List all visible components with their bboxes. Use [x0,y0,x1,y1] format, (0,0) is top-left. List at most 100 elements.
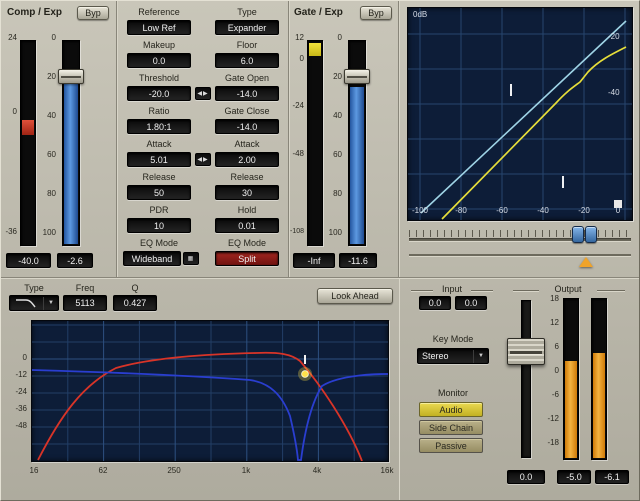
eq-mode-wideband-button[interactable]: Wideband [123,251,181,266]
ratio-label: Ratio [125,106,193,116]
comp-scale-label: 24 [3,33,17,42]
eq-marker-tick [304,355,306,364]
monitor-audio-button[interactable]: Audio [419,402,483,417]
gate-fader-scale-label: 40 [326,111,342,120]
freq-value[interactable]: 5113 [63,295,107,311]
eq-control-point[interactable] [302,371,309,378]
threshold-link-button[interactable]: ◀▶ [195,87,211,100]
comp-gain-readout: -2.6 [57,253,93,268]
makeup-value[interactable]: 0.0 [127,53,191,68]
gate-close-label: Gate Close [213,106,281,116]
gate-release-label: Release [213,172,281,182]
comp-fader-scale-label: 100 [39,228,56,237]
eq-notch-curve [32,370,388,460]
range-handle-low[interactable] [572,226,584,243]
comp-fader-handle[interactable] [58,69,84,84]
input-label: Input [435,284,469,294]
ratio-value[interactable]: 1.80:1 [127,119,191,134]
gate-type-button[interactable]: Expander [215,20,279,35]
gate-scale-label: -24 [289,101,304,110]
output-scale-label: -18 [543,438,559,447]
transfer-x-label: 0 [606,206,630,215]
eq-mode-split-button[interactable]: Split [215,251,279,266]
comp-attack-label: Attack [125,139,193,149]
comp-section-title: Comp / Exp [7,7,62,18]
gate-open-label: Gate Open [213,73,281,83]
q-value[interactable]: 0.427 [113,295,157,311]
gate-attack-label: Attack [213,139,281,149]
threshold-value[interactable]: -20.0 [127,86,191,101]
gate-section-title: Gate / Exp [294,7,343,18]
comp-attack-value[interactable]: 5.01 [127,152,191,167]
output-meter-right-readout[interactable]: -6.1 [595,470,629,484]
comp-bypass-button[interactable]: Byp [77,6,109,20]
transfer-plot[interactable]: 0dB -20 -40 -100 -80 -60 -40 -20 0 [407,7,633,221]
range-slider-track[interactable] [409,238,631,241]
look-ahead-button[interactable]: Look Ahead [317,288,393,304]
marker-pointer-icon[interactable] [579,257,593,267]
range-handle-high[interactable] [585,226,597,243]
output-fader-handle[interactable] [507,338,545,365]
unity-line [421,21,626,213]
comp-fader-scale-label: 80 [39,189,56,198]
gate-fader-handle[interactable] [344,69,370,84]
hold-label: Hold [213,205,281,215]
gate-level-meter [307,40,323,246]
key-mode-value: Stereo [422,351,449,361]
transfer-x-label: -60 [487,206,517,215]
output-scale-label: 12 [543,318,559,327]
input-left-readout[interactable]: 0.0 [419,296,451,310]
comp-exp-section: Comp / Exp Byp 24 0 -36 0 20 40 60 80 10… [1,1,117,277]
comp-level-meter [20,40,36,246]
comp-scale-label: 0 [3,107,17,116]
transfer-curve-section: 0dB -20 -40 -100 -80 -60 -40 -20 0 [399,1,640,277]
eq-x-label: 16k [374,466,400,475]
comp-release-value[interactable]: 50 [127,185,191,200]
io-section: Input 0.0 0.0 Key Mode Stereo ▼ Monitor … [399,277,640,501]
eq-y-label: -24 [7,387,27,396]
key-mode-label: Key Mode [411,334,495,344]
gate-attack-value[interactable]: 2.00 [215,152,279,167]
gate-close-value[interactable]: -14.0 [215,119,279,134]
output-meter-left-readout[interactable]: -5.0 [557,470,591,484]
key-mode-dropdown[interactable]: Stereo ▼ [417,348,489,364]
comp-gain-reduction-fill [22,120,34,135]
gate-fader-fill [350,87,364,244]
gate-fader-scale-label: 20 [326,72,342,81]
monitor-side-chain-button[interactable]: Side Chain [419,420,483,435]
dynamics-plugin-window: Comp / Exp Byp 24 0 -36 0 20 40 60 80 10… [0,0,640,501]
comp-fader-scale-label: 0 [39,33,56,42]
transfer-x-label: -40 [528,206,558,215]
pdr-value[interactable]: 10 [127,218,191,233]
gate-release-value[interactable]: 30 [215,185,279,200]
output-fader-track[interactable] [521,300,531,458]
monitor-passive-button[interactable]: Passive [419,438,483,453]
input-right-readout[interactable]: 0.0 [455,296,487,310]
gate-open-value[interactable]: -14.0 [215,86,279,101]
hold-value[interactable]: 0.01 [215,218,279,233]
reference-button[interactable]: Low Ref [127,20,191,35]
gate-bypass-button[interactable]: Byp [360,6,392,20]
eq-mode-aux-icon[interactable]: ▦ [183,252,199,265]
transfer-curve [442,47,626,219]
filter-type-dropdown[interactable]: ▼ [9,295,59,311]
gate-tick [562,176,564,188]
marker-track[interactable] [409,254,631,256]
comp-eq-mode-label: EQ Mode [125,238,193,248]
chevron-down-icon: ▼ [473,350,484,363]
eq-y-label: 0 [7,353,27,362]
eq-plot[interactable] [31,320,389,462]
floor-value[interactable]: 6.0 [215,53,279,68]
output-fader-readout[interactable]: 0.0 [507,470,545,484]
output-meter-left [563,298,579,460]
transfer-top-label: 0dB [413,10,427,19]
gate-fader-scale-label: 80 [326,189,342,198]
transfer-x-label: -20 [569,206,599,215]
gate-exp-section: Gate / Exp Byp 12 0 -24 -48 -108 0 20 40… [289,1,399,277]
attack-link-button[interactable]: ◀▶ [195,153,211,166]
q-label: Q [113,283,157,293]
transfer-plot-canvas [408,8,632,220]
comp-fader-fill [64,83,78,244]
range-ruler [409,230,631,237]
comp-release-label: Release [125,172,193,182]
